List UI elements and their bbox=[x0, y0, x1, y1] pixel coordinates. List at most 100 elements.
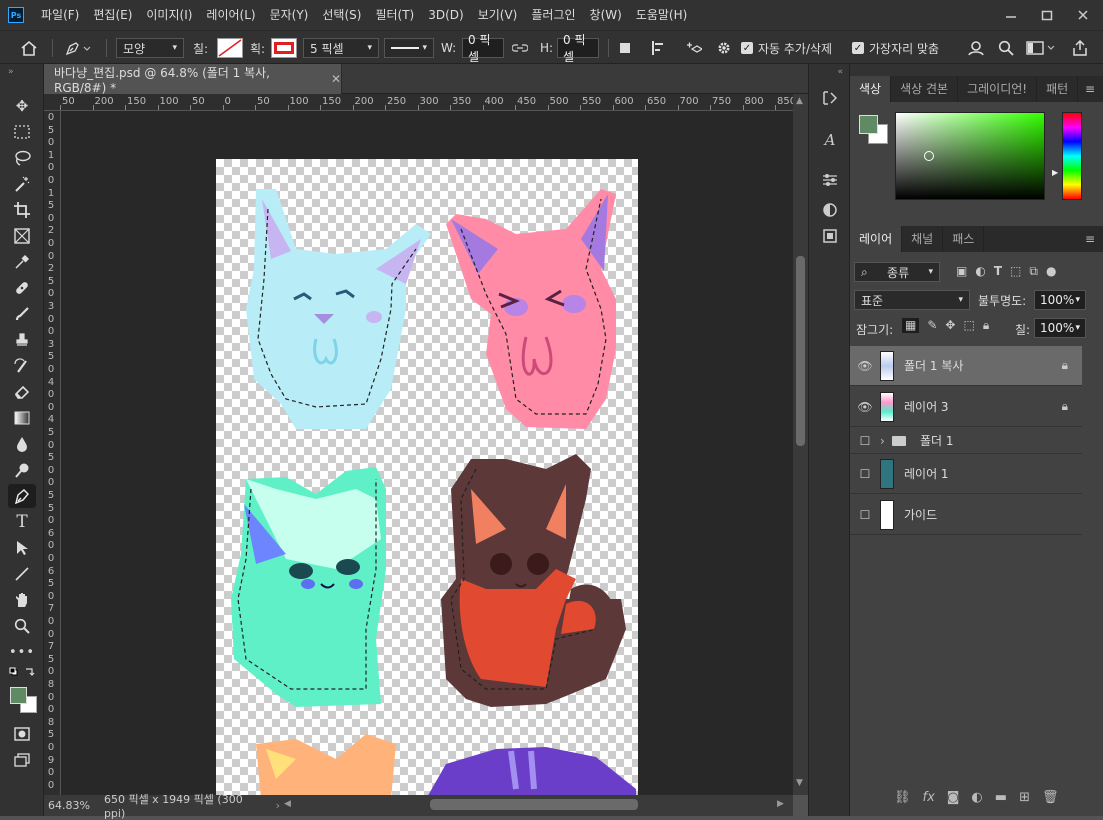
lasso-tool-icon[interactable] bbox=[8, 146, 36, 170]
close-tab-icon[interactable]: ✕ bbox=[331, 72, 341, 86]
tab-layers[interactable]: 레이어 bbox=[850, 226, 903, 252]
panel-menu-icon[interactable]: ≡ bbox=[1085, 76, 1095, 102]
shape-mode-dropdown[interactable]: 모양 ▾ bbox=[116, 38, 184, 58]
delete-layer-trash-icon[interactable]: 🗑︎ bbox=[1042, 790, 1059, 805]
blur-tool-icon[interactable] bbox=[8, 432, 36, 456]
lock-position-icon[interactable]: ✥ bbox=[945, 318, 955, 333]
path-operations-icon[interactable] bbox=[618, 38, 632, 58]
layer-row-guide[interactable]: ☐ 가이드 bbox=[850, 495, 1082, 535]
layer-name[interactable]: 폴더 1 복사 bbox=[904, 357, 1062, 374]
stroke-size-dropdown[interactable]: 5 픽셀 ▾ bbox=[303, 38, 379, 58]
fill-field[interactable]: 100% ▾ bbox=[1034, 318, 1086, 338]
character-panel-icon[interactable]: A bbox=[817, 128, 843, 152]
smart-object-filter-icon[interactable]: ⧉ bbox=[1029, 264, 1038, 279]
filter-toggle-icon[interactable]: ● bbox=[1046, 264, 1056, 279]
opacity-field[interactable]: 100% ▾ bbox=[1034, 290, 1086, 310]
properties-panel-icon[interactable] bbox=[817, 198, 843, 222]
adjustment-layer-filter-icon[interactable]: ◐ bbox=[975, 264, 985, 279]
hue-slider-marker-icon[interactable]: ▶ bbox=[1052, 168, 1058, 177]
menu-edit[interactable]: 편집(E) bbox=[86, 0, 139, 30]
type-tool-icon[interactable]: T bbox=[8, 510, 36, 534]
hue-slider[interactable] bbox=[1062, 112, 1082, 200]
width-field[interactable]: 0 픽셀 bbox=[462, 33, 504, 64]
scroll-left-icon[interactable]: ◀ bbox=[284, 799, 291, 809]
maximize-icon[interactable] bbox=[1029, 0, 1065, 30]
share-icon[interactable] bbox=[1072, 38, 1088, 58]
tab-color[interactable]: 색상 bbox=[850, 76, 892, 102]
fill-swatch[interactable] bbox=[217, 38, 243, 58]
chevron-right-icon[interactable]: › bbox=[880, 434, 892, 448]
visibility-toggle-empty[interactable]: ☐ bbox=[850, 467, 880, 481]
line-tool-icon[interactable] bbox=[8, 562, 36, 586]
collapse-dock-icon[interactable]: « bbox=[817, 66, 843, 78]
scroll-right-icon[interactable]: ▶ bbox=[777, 799, 784, 809]
vertical-scrollbar[interactable]: ▲ ▼ bbox=[793, 94, 808, 795]
brush-tool-icon[interactable] bbox=[8, 302, 36, 326]
home-icon[interactable] bbox=[20, 38, 38, 58]
tab-gradients[interactable]: 그레이디언! bbox=[958, 76, 1038, 102]
eyedropper-tool-icon[interactable] bbox=[8, 250, 36, 274]
path-selection-tool-icon[interactable] bbox=[8, 536, 36, 560]
lock-all-icon[interactable]: 🔒︎ bbox=[983, 318, 989, 333]
collapse-toolbar-icon[interactable]: » bbox=[8, 66, 36, 78]
height-field[interactable]: 0 픽셀 bbox=[557, 33, 599, 64]
clone-stamp-tool-icon[interactable] bbox=[8, 328, 36, 352]
dodge-tool-icon[interactable] bbox=[8, 458, 36, 482]
pen-tool-preset-icon[interactable] bbox=[64, 38, 94, 58]
menu-type[interactable]: 문자(Y) bbox=[263, 0, 316, 30]
menu-window[interactable]: 창(W) bbox=[583, 0, 629, 30]
new-group-folder-icon[interactable]: ▬ bbox=[995, 790, 1007, 805]
minimize-icon[interactable] bbox=[993, 0, 1029, 30]
tab-patterns[interactable]: 패턴 bbox=[1037, 76, 1079, 102]
horizontal-scroll-thumb[interactable] bbox=[430, 799, 638, 810]
visibility-toggle-empty[interactable]: ☐ bbox=[850, 434, 880, 448]
move-tool-icon[interactable]: ✥ bbox=[8, 94, 36, 118]
hand-tool-icon[interactable] bbox=[8, 588, 36, 612]
visibility-eye-icon[interactable]: 👁︎ bbox=[850, 359, 880, 373]
layer-name[interactable]: 레이어 1 bbox=[904, 465, 1082, 482]
visibility-eye-icon[interactable]: 👁︎ bbox=[850, 400, 880, 414]
vertical-scroll-thumb[interactable] bbox=[796, 256, 805, 446]
eraser-tool-icon[interactable] bbox=[8, 380, 36, 404]
path-arrangement-icon[interactable] bbox=[684, 38, 702, 58]
marquee-tool-icon[interactable] bbox=[8, 120, 36, 144]
layer-name[interactable]: 가이드 bbox=[904, 506, 1082, 523]
align-edges-checkbox[interactable]: ✓ 가장자리 맞춤 bbox=[852, 38, 939, 58]
pixel-layer-filter-icon[interactable]: ▣ bbox=[956, 264, 967, 279]
layer-style-fx-icon[interactable]: fx bbox=[923, 790, 935, 805]
menu-select[interactable]: 선택(S) bbox=[315, 0, 368, 30]
layer-filter-dropdown[interactable]: ⌕ 종류 ▾ bbox=[854, 262, 940, 282]
lock-artboard-icon[interactable]: ⬚ bbox=[963, 318, 974, 333]
layer-row-folder-1[interactable]: ☐ › 폴더 1 bbox=[850, 428, 1082, 454]
link-icon[interactable] bbox=[512, 38, 528, 58]
auto-add-delete-checkbox[interactable]: ✓ 자동 추가/삭제 bbox=[741, 38, 832, 58]
scroll-down-icon[interactable]: ▼ bbox=[796, 778, 803, 788]
zoom-tool-icon[interactable] bbox=[8, 614, 36, 638]
menu-filter[interactable]: 필터(T) bbox=[368, 0, 421, 30]
saturation-brightness-field[interactable] bbox=[895, 112, 1045, 200]
color-picker-cursor[interactable] bbox=[924, 151, 934, 161]
tab-paths[interactable]: 패스 bbox=[943, 226, 985, 252]
link-layers-icon[interactable]: ⛓︎ bbox=[894, 790, 911, 805]
new-layer-icon[interactable]: ⊞ bbox=[1019, 790, 1030, 805]
close-window-icon[interactable] bbox=[1065, 0, 1101, 30]
add-mask-icon[interactable]: ◙ bbox=[947, 790, 960, 805]
libraries-panel-icon[interactable] bbox=[817, 224, 843, 248]
frame-tool-icon[interactable] bbox=[8, 224, 36, 248]
menu-view[interactable]: 보기(V) bbox=[471, 0, 525, 30]
lock-transparent-pixels-icon[interactable]: ▦ bbox=[902, 318, 920, 333]
lock-image-pixels-icon[interactable]: ✎ bbox=[927, 318, 937, 333]
more-tools-icon[interactable]: ••• bbox=[8, 640, 36, 664]
pen-tool-icon[interactable] bbox=[8, 484, 36, 508]
tab-swatches[interactable]: 색상 견본 bbox=[891, 76, 959, 102]
stroke-type-dropdown[interactable]: ▾ bbox=[384, 38, 434, 58]
quick-mask-icon[interactable] bbox=[8, 722, 36, 746]
path-alignment-icon[interactable] bbox=[651, 38, 667, 58]
type-layer-filter-icon[interactable]: T bbox=[994, 264, 1002, 279]
stroke-swatch[interactable] bbox=[271, 38, 297, 58]
scroll-up-icon[interactable]: ▲ bbox=[796, 96, 803, 106]
foreground-color-swatch[interactable] bbox=[10, 687, 27, 704]
document-canvas[interactable] bbox=[216, 159, 638, 795]
screen-mode-icon[interactable] bbox=[8, 748, 36, 772]
gradient-tool-icon[interactable] bbox=[8, 406, 36, 430]
